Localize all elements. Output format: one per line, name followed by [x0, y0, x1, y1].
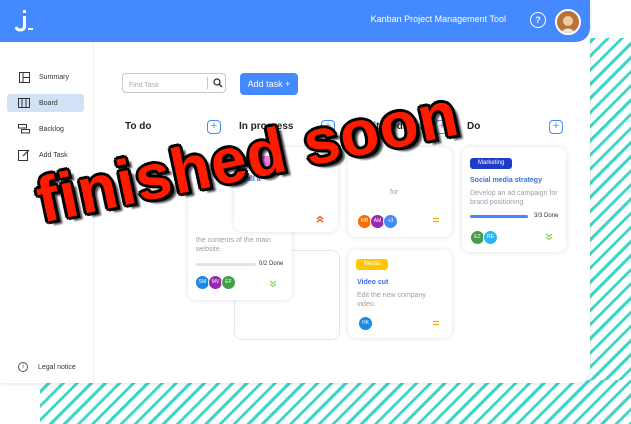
task-progress-bar	[196, 263, 256, 266]
assignee-avatar: EF	[221, 275, 236, 290]
app-title: Kanban Project Management Tool	[370, 14, 506, 24]
task-card-title: Video cut	[357, 279, 389, 286]
info-icon: i	[18, 362, 28, 372]
priority-medium-icon	[433, 217, 439, 223]
board-icon	[17, 97, 31, 109]
task-progress-bar	[470, 215, 528, 218]
sidebar-item-label: Backlog	[39, 125, 64, 133]
avatar-photo-icon	[557, 11, 579, 33]
task-card-media[interactable]: Media Video cut Edit the new company vid…	[348, 250, 452, 338]
task-assignees: MB AM +3	[357, 214, 398, 229]
user-avatar[interactable]	[555, 9, 581, 35]
help-icon[interactable]: ?	[530, 12, 546, 28]
task-card-title: Social media strategy	[470, 177, 542, 184]
legal-notice-link[interactable]: i Legal notice	[18, 362, 76, 372]
sidebar-item-board[interactable]: Board	[7, 94, 84, 112]
backlog-icon	[17, 123, 31, 135]
task-card-desc: Edit the new company video.	[357, 292, 426, 308]
task-card-desc: the contents of the main website.	[196, 237, 271, 253]
search-input[interactable]	[129, 82, 199, 89]
top-bar: Kanban Project Management Tool ?	[0, 0, 590, 42]
add-task-icon	[17, 149, 31, 161]
add-done-button[interactable]: +	[549, 120, 563, 134]
assignee-avatar: +3	[383, 214, 398, 229]
task-progress-text: 0/2 Done	[259, 261, 284, 267]
assignee-avatar: RE	[483, 230, 498, 245]
task-assignees: EZ RE	[470, 230, 498, 245]
summary-icon	[17, 71, 31, 83]
legal-notice-label: Legal notice	[38, 363, 76, 371]
priority-low-icon	[269, 280, 277, 288]
task-assignees: SM MV EF	[195, 275, 236, 290]
task-card-desc: for	[390, 189, 399, 196]
column-title-todo: To do	[125, 121, 152, 132]
sidebar-item-label: Summary	[39, 73, 69, 81]
category-badge: Marketing	[470, 158, 513, 169]
search-icon[interactable]	[213, 78, 223, 88]
sidebar-item-backlog[interactable]: Backlog	[7, 120, 84, 138]
search-box	[122, 73, 226, 93]
task-card-social[interactable]: Marketing Social media strategy Develop …	[462, 147, 566, 252]
sidebar-item-summary[interactable]: Summary	[7, 68, 84, 86]
add-task-button[interactable]: Add task +	[240, 73, 298, 95]
decorative-hatch-bottom	[40, 380, 631, 424]
task-progress-text: 3/3 Done	[534, 213, 559, 219]
column-title-done: Do	[467, 121, 481, 132]
task-assignees: HK	[358, 316, 373, 331]
sidebar-item-label: Board	[39, 99, 58, 107]
logo-icon	[14, 10, 33, 32]
priority-low-icon	[545, 233, 553, 241]
category-badge: Media	[356, 259, 389, 270]
task-progress-fill	[470, 215, 528, 218]
priority-medium-icon	[433, 320, 439, 326]
priority-urgent-icon	[316, 215, 324, 223]
search-divider	[207, 77, 208, 89]
task-card-desc: Develop an ad campaign for brand positio…	[470, 190, 558, 206]
assignee-avatar: HK	[358, 316, 373, 331]
